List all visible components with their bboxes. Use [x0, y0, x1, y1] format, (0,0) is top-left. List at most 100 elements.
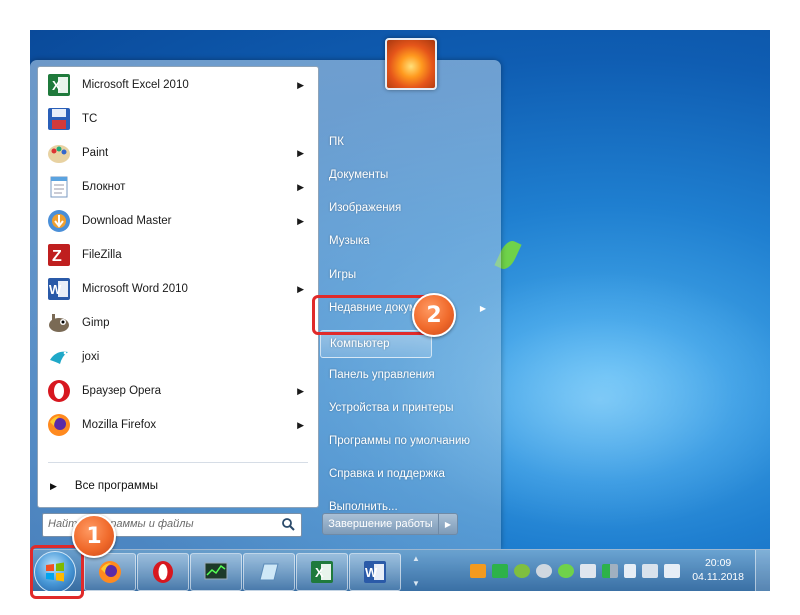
scroll-up-icon[interactable]: ▲: [412, 554, 420, 563]
tray-app-icon-orange[interactable]: [470, 564, 486, 578]
taskbar-excel-button[interactable]: X: [296, 553, 348, 591]
annotation-badge-2: 2: [412, 293, 456, 337]
place-music[interactable]: Музыка: [320, 228, 492, 254]
divider: [48, 462, 308, 463]
clock[interactable]: 20:09 04.11.2018: [692, 556, 744, 584]
place-pc[interactable]: ПК: [320, 129, 492, 155]
program-label: TC: [82, 113, 98, 125]
show-desktop-button[interactable]: [755, 550, 770, 591]
program-item-notepad[interactable]: Блокнот ▶: [38, 170, 318, 204]
program-label: Mozilla Firefox: [82, 419, 157, 431]
word-icon: W: [364, 561, 386, 583]
shutdown-options-arrow-icon[interactable]: ▶: [439, 513, 458, 535]
submenu-arrow-icon: ▶: [297, 385, 304, 396]
word-icon: W: [44, 275, 74, 303]
tray-app-icon-lime[interactable]: [558, 564, 574, 578]
submenu-arrow-icon: ▶: [297, 79, 304, 90]
program-item-paint[interactable]: Paint ▶: [38, 136, 318, 170]
svg-text:X: X: [315, 565, 324, 580]
tray-network-icon[interactable]: [580, 564, 596, 578]
taskbar-opera-button[interactable]: [137, 553, 189, 591]
submenu-arrow-icon: ▶: [297, 215, 304, 226]
place-pictures[interactable]: Изображения: [320, 195, 492, 221]
total-commander-icon: [44, 105, 74, 133]
firefox-icon: [44, 411, 74, 439]
place-label: Устройства и принтеры: [329, 402, 454, 414]
place-help-support[interactable]: Справка и поддержка: [320, 461, 492, 487]
place-label: Музыка: [329, 235, 370, 247]
taskbar-word-button[interactable]: W: [349, 553, 401, 591]
program-item-firefox[interactable]: Mozilla Firefox ▶: [38, 408, 318, 442]
program-item-tc[interactable]: TC: [38, 102, 318, 136]
shutdown-control: Завершение работы ▶: [322, 513, 462, 535]
submenu-arrow-icon: ▶: [479, 303, 486, 313]
task-manager-icon: [204, 562, 228, 580]
place-games[interactable]: Игры: [320, 262, 492, 288]
program-label: FileZilla: [82, 249, 122, 261]
program-label: Microsoft Excel 2010: [82, 79, 189, 91]
program-item-filezilla[interactable]: Z FileZilla: [38, 238, 318, 272]
program-label: Download Master: [82, 215, 172, 227]
place-default-programs[interactable]: Программы по умолчанию: [320, 428, 492, 454]
download-master-icon: [44, 207, 74, 235]
clock-date: 04.11.2018: [692, 571, 744, 583]
excel-icon: X: [44, 71, 74, 99]
program-item-download-master[interactable]: Download Master ▶: [38, 204, 318, 238]
annotation-badge-1: 1: [72, 514, 116, 558]
taskbar: X W ▲ ▼ 20:09 04.11.2018: [30, 549, 770, 591]
annotation-highlight-start: [30, 545, 84, 599]
search-placeholder: Найти программы и файлы: [48, 518, 194, 530]
taskbar-scroll-arrows[interactable]: ▲ ▼: [410, 554, 422, 588]
gimp-icon: [44, 309, 74, 337]
taskbar-notepad-button[interactable]: [243, 553, 295, 591]
place-label: Выполнить...: [329, 501, 398, 513]
svg-text:Z: Z: [52, 248, 62, 265]
shutdown-button[interactable]: Завершение работы: [322, 513, 439, 535]
paint-icon: [44, 139, 74, 167]
expand-arrow-icon: ▶: [50, 480, 57, 491]
place-label: Компьютер: [330, 338, 390, 350]
all-programs-button[interactable]: ▶ Все программы: [38, 472, 318, 500]
place-label: Программы по умолчанию: [329, 435, 471, 447]
tray-app-icon-green[interactable]: [492, 564, 508, 578]
tray-volume-icon[interactable]: [664, 564, 680, 578]
joxi-icon: [44, 343, 74, 371]
place-label: Документы: [329, 169, 389, 181]
program-label: Браузер Opera: [82, 385, 162, 397]
firefox-icon: [99, 561, 121, 583]
program-item-gimp[interactable]: Gimp: [38, 306, 318, 340]
all-programs-label: Все программы: [74, 480, 159, 492]
filezilla-icon: Z: [44, 241, 74, 269]
notepad-icon: [44, 173, 74, 201]
tray-flag-icon[interactable]: [624, 564, 636, 578]
svg-text:X: X: [52, 78, 61, 93]
tray-utorrent-icon[interactable]: [514, 564, 530, 578]
place-documents[interactable]: Документы: [320, 162, 492, 188]
program-label: Microsoft Word 2010: [82, 283, 188, 295]
taskbar-firefox-button[interactable]: [84, 553, 136, 591]
program-label: Paint: [82, 147, 109, 159]
scroll-down-icon[interactable]: ▼: [412, 579, 420, 588]
search-icon[interactable]: [281, 517, 295, 531]
place-devices-printers[interactable]: Устройства и принтеры: [320, 395, 492, 421]
place-label: ПК: [329, 136, 344, 148]
svg-text:W: W: [365, 565, 378, 580]
programs-pane: X Microsoft Excel 2010 ▶ TC Paint ▶ Блок…: [37, 66, 319, 508]
opera-icon: [153, 561, 173, 583]
program-item-word[interactable]: W Microsoft Word 2010 ▶: [38, 272, 318, 306]
program-item-opera[interactable]: Браузер Opera ▶: [38, 374, 318, 408]
submenu-arrow-icon: ▶: [297, 147, 304, 158]
program-item-joxi[interactable]: joxi: [38, 340, 318, 374]
tray-wifi-icon[interactable]: [642, 564, 658, 578]
submenu-arrow-icon: ▶: [297, 283, 304, 294]
taskbar-task-manager-button[interactable]: [190, 553, 242, 591]
program-label: joxi: [82, 351, 100, 363]
tray-settings-icon[interactable]: [536, 564, 552, 578]
submenu-arrow-icon: ▶: [297, 181, 304, 192]
svg-text:W: W: [49, 282, 62, 297]
place-label: Справка и поддержка: [329, 468, 445, 480]
place-control-panel[interactable]: Панель управления: [320, 362, 492, 388]
submenu-arrow-icon: ▶: [297, 419, 304, 430]
tray-signal-icon[interactable]: [602, 564, 618, 578]
program-item-excel[interactable]: X Microsoft Excel 2010 ▶: [38, 68, 318, 102]
